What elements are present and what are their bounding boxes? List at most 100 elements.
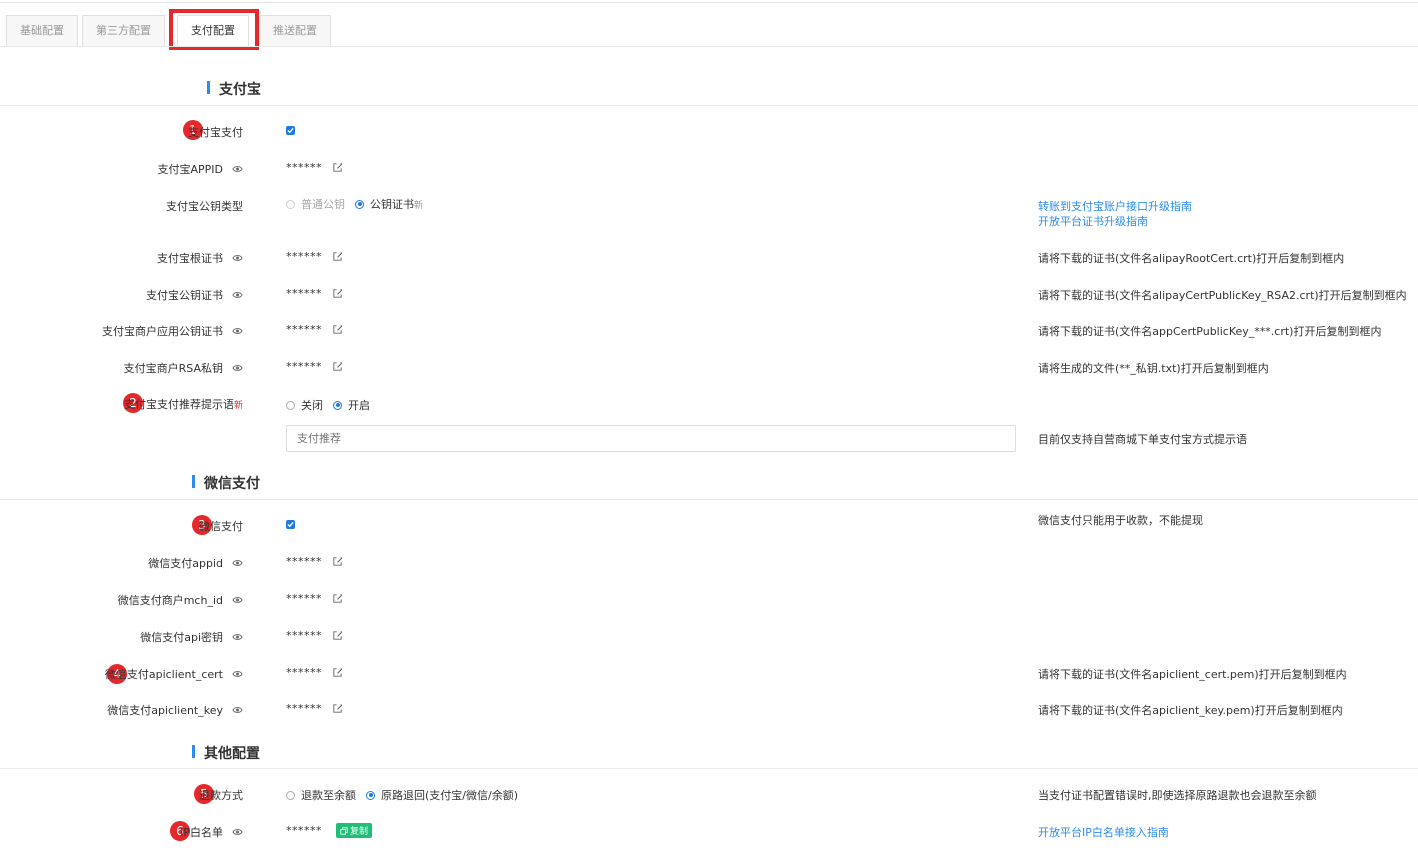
eye-icon[interactable]	[232, 826, 243, 839]
wechat-key-label: 微信支付apiclient_key	[107, 702, 243, 718]
masked-value: ******	[286, 702, 322, 715]
label-text: 支付宝APPID	[157, 163, 223, 176]
section-divider	[0, 499, 1418, 500]
radio-recommend-off[interactable]: 关闭	[286, 397, 323, 413]
open-platform-cert-guide-link[interactable]: 开放平台证书升级指南	[1038, 213, 1148, 229]
section-title-other: 其他配置	[192, 743, 260, 763]
radio-refund-to-balance[interactable]: 退款至余额	[286, 787, 356, 803]
wechat-cert-label: 微信支付apiclient_cert	[105, 666, 243, 682]
wechat-appid-label: 微信支付appid	[148, 555, 243, 571]
wechat-api-key-label: 微信支付api密钥	[140, 629, 243, 645]
alipay-pay-checkbox[interactable]	[286, 126, 295, 135]
masked-value: ******	[286, 250, 322, 263]
eye-icon[interactable]	[232, 325, 243, 338]
refund-method-field: 退款至余额 原路退回(支付宝/微信/余额)	[286, 787, 528, 803]
option-label: 退款至余额	[301, 789, 356, 802]
edit-icon[interactable]	[332, 703, 343, 714]
check-icon	[287, 521, 294, 528]
masked-value: ******	[286, 629, 322, 642]
recommend-text-input[interactable]	[286, 425, 1016, 452]
alipay-key-type-label: 支付宝公钥类型	[166, 198, 243, 214]
wechat-pay-hint: 微信支付只能用于收款，不能提现	[1038, 514, 1203, 527]
alipay-appid-field: ******	[286, 161, 343, 174]
edit-icon[interactable]	[332, 667, 343, 678]
label-text: 微信支付apiclient_key	[107, 704, 223, 717]
label-text: 支付宝公钥证书	[146, 289, 223, 302]
wechat-mch-id-label: 微信支付商户mch_id	[118, 592, 243, 608]
alipay-app-cert-label: 支付宝商户应用公钥证书	[102, 323, 243, 339]
eye-icon[interactable]	[232, 362, 243, 375]
label-text: 支付宝根证书	[157, 252, 223, 265]
tab-third-party-config[interactable]: 第三方配置	[82, 15, 165, 46]
label-text: 退款方式	[199, 789, 243, 802]
option-label: 普通公钥	[301, 198, 345, 211]
label-text: 支付宝公钥类型	[166, 200, 243, 213]
alipay-transfer-guide-link[interactable]: 转账到支付宝账户接口升级指南	[1038, 198, 1192, 214]
label-text: 微信支付商户mch_id	[117, 594, 223, 607]
eye-icon[interactable]	[232, 163, 243, 176]
wechat-api-key-field: ******	[286, 629, 343, 642]
alipay-app-cert-field: ******	[286, 323, 343, 336]
alipay-recommend-label: 支付宝支付推荐提示语新	[124, 396, 243, 412]
radio-circle	[355, 199, 364, 209]
label-text: 微信支付appid	[148, 557, 223, 570]
alipay-root-cert-label: 支付宝根证书	[157, 250, 243, 266]
masked-value: ******	[286, 824, 322, 837]
ip-whitelist-guide-link[interactable]: 开放平台IP白名单接入指南	[1038, 824, 1169, 840]
new-mark: 新	[233, 400, 243, 411]
masked-value: ******	[286, 323, 322, 336]
wechat-key-field: ******	[286, 702, 343, 715]
radio-circle	[366, 790, 375, 800]
copy-button[interactable]: 复制	[336, 823, 373, 838]
edit-icon[interactable]	[332, 630, 343, 641]
wechat-pay-field	[286, 520, 295, 529]
radio-normal-public-key[interactable]: 普通公钥	[286, 196, 345, 212]
radio-recommend-on[interactable]: 开启	[333, 397, 370, 413]
ip-whitelist-field: ****** 复制	[286, 823, 373, 838]
wechat-cert-hint: 请将下载的证书(文件名apiclient_cert.pem)打开后复制到框内	[1038, 668, 1347, 681]
label-text: 微信支付apiclient_cert	[104, 668, 223, 681]
alipay-root-cert-hint: 请将下载的证书(文件名alipayRootCert.crt)打开后复制到框内	[1038, 252, 1345, 265]
eye-icon[interactable]	[232, 557, 243, 570]
eye-icon[interactable]	[232, 289, 243, 302]
edit-icon[interactable]	[332, 593, 343, 604]
tab-basic-config[interactable]: 基础配置	[6, 15, 78, 46]
alipay-recommend-field: 关闭 开启	[286, 397, 380, 413]
alipay-root-cert-field: ******	[286, 250, 343, 263]
new-mark: 新	[414, 200, 424, 211]
config-tabs: 基础配置 第三方配置 支付配置 推送配置	[6, 15, 335, 46]
refund-method-label: 退款方式	[199, 787, 243, 803]
edit-icon[interactable]	[332, 251, 343, 262]
masked-value: ******	[286, 555, 322, 568]
edit-icon[interactable]	[332, 288, 343, 299]
label-text: IP白名单	[180, 826, 223, 839]
tab-payment-config[interactable]: 支付配置	[177, 15, 249, 46]
eye-icon[interactable]	[232, 594, 243, 607]
masked-value: ******	[286, 666, 322, 679]
edit-icon[interactable]	[332, 556, 343, 567]
check-icon	[287, 127, 294, 134]
wechat-pay-checkbox[interactable]	[286, 520, 295, 529]
edit-icon[interactable]	[332, 361, 343, 372]
section-divider	[0, 105, 1418, 106]
alipay-public-cert-label: 支付宝公钥证书	[146, 287, 243, 303]
eye-icon[interactable]	[232, 668, 243, 681]
eye-icon[interactable]	[232, 631, 243, 644]
eye-icon[interactable]	[232, 252, 243, 265]
radio-circle	[286, 400, 295, 410]
alipay-pay-label: 支付宝支付	[188, 124, 243, 140]
wechat-key-hint: 请将下载的证书(文件名apiclient_key.pem)打开后复制到框内	[1038, 704, 1343, 717]
edit-icon[interactable]	[332, 162, 343, 173]
edit-icon[interactable]	[332, 324, 343, 335]
wechat-appid-field: ******	[286, 555, 343, 568]
radio-public-key-cert[interactable]: 公钥证书新	[355, 196, 423, 212]
option-label: 关闭	[301, 399, 323, 412]
alipay-public-cert-field: ******	[286, 287, 343, 300]
eye-icon[interactable]	[232, 704, 243, 717]
alipay-app-cert-hint: 请将下载的证书(文件名appCertPublicKey_***.crt)打开后复…	[1038, 325, 1382, 338]
radio-refund-original-route[interactable]: 原路退回(支付宝/微信/余额)	[366, 787, 518, 803]
alipay-key-type-field: 普通公钥 公钥证书新	[286, 196, 433, 212]
label-text: 支付宝支付推荐提示语	[123, 398, 234, 411]
wechat-mch-id-field: ******	[286, 592, 343, 605]
tab-push-config[interactable]: 推送配置	[259, 15, 331, 46]
